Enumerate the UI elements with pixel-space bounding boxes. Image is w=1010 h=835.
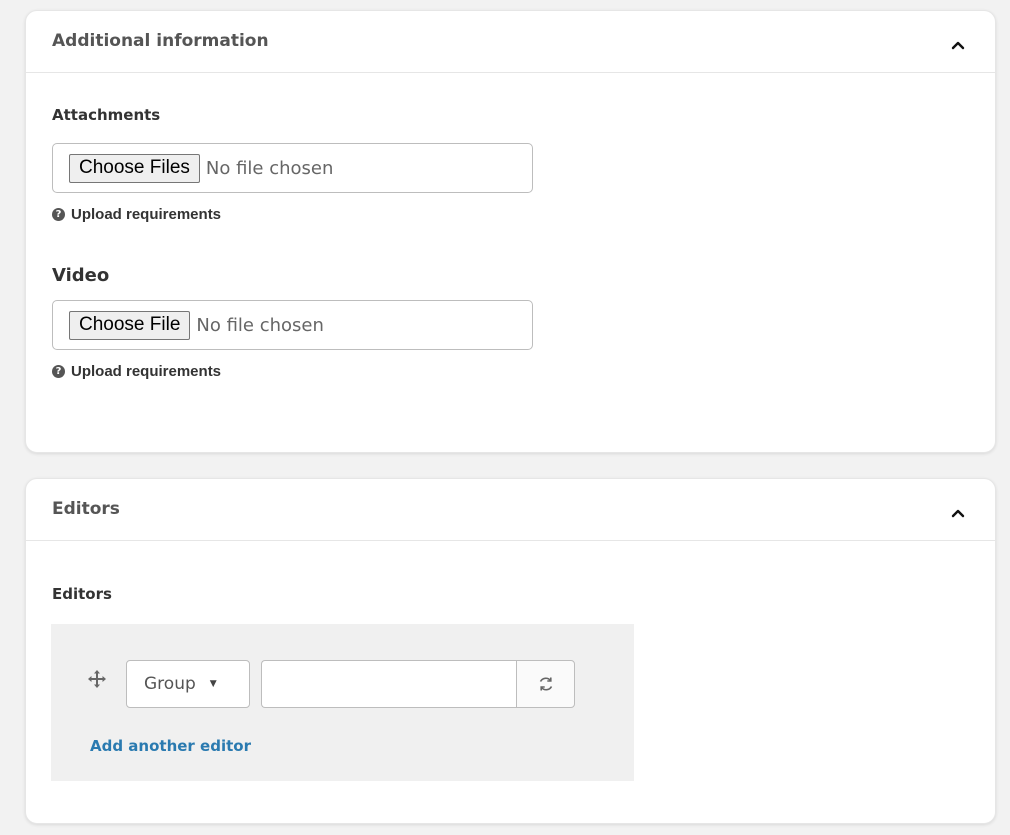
choose-files-button[interactable]: Choose Files (69, 153, 200, 183)
page: Additional information Attachments Choos… (0, 0, 1010, 835)
chevron-up-icon[interactable] (951, 38, 965, 52)
video-file-status: No file chosen (196, 314, 324, 336)
editor-name-input[interactable] (261, 660, 516, 708)
editors-field-label: Editors (52, 585, 112, 603)
question-circle-icon: ? (52, 208, 65, 221)
attachments-file-input[interactable]: Choose Files No file chosen (52, 143, 533, 193)
additional-information-title: Additional information (52, 30, 269, 51)
editors-panel: Group ▼ Add another editor (51, 624, 634, 781)
attachments-file-status: No file chosen (205, 157, 334, 179)
video-upload-requirements[interactable]: ? Upload requirements (52, 363, 969, 380)
additional-information-body: Attachments Choose Files No file chosen … (26, 106, 995, 380)
attachments-upload-requirements[interactable]: ? Upload requirements (52, 206, 969, 223)
editors-title: Editors (52, 498, 120, 519)
add-another-editor-link[interactable]: Add another editor (90, 737, 251, 755)
caret-down-icon: ▼ (209, 679, 217, 689)
move-arrows-icon[interactable] (88, 670, 106, 688)
upload-requirements-label: Upload requirements (71, 206, 222, 223)
refresh-icon (539, 677, 552, 691)
editors-header[interactable]: Editors (26, 479, 995, 541)
question-circle-icon: ? (52, 365, 65, 378)
editor-type-select[interactable]: Group ▼ (126, 660, 250, 708)
editor-type-value: Group (144, 674, 196, 694)
editor-input-group (261, 660, 575, 708)
additional-information-header[interactable]: Additional information (26, 11, 995, 73)
upload-requirements-label: Upload requirements (71, 363, 222, 380)
chevron-up-icon[interactable] (951, 506, 965, 520)
video-label: Video (52, 265, 110, 286)
refresh-button[interactable] (516, 660, 575, 708)
attachments-label: Attachments (52, 106, 161, 124)
choose-file-button[interactable]: Choose File (69, 310, 191, 340)
video-file-input[interactable]: Choose File No file chosen (52, 300, 533, 350)
additional-information-card: Additional information Attachments Choos… (25, 10, 996, 453)
editors-body: Editors (26, 585, 995, 603)
